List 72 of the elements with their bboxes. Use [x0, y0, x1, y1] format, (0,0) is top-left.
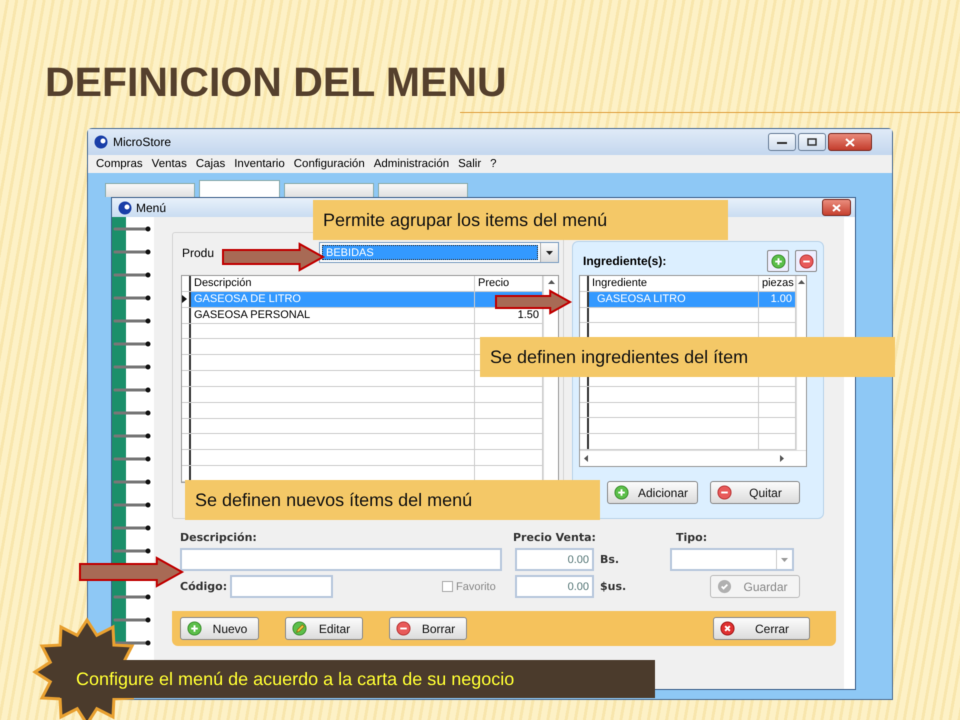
new-button[interactable]: Nuevo [180, 617, 259, 640]
close-button[interactable] [828, 133, 872, 151]
minimize-button[interactable] [768, 133, 796, 151]
menu-item[interactable]: ? [490, 158, 497, 170]
table-cell: 1.50 [518, 309, 539, 322]
field-label: Descripción: [180, 530, 257, 544]
scroll-up-icon[interactable] [548, 280, 554, 284]
field-label: Tipo: [676, 530, 708, 544]
field-label: Código: [180, 580, 228, 593]
menu-item[interactable]: Ventas [152, 158, 187, 170]
plus-icon [770, 254, 786, 268]
minus-icon [798, 254, 814, 268]
scroll-right-icon[interactable] [780, 455, 784, 462]
plus-icon [187, 621, 202, 636]
edit-button[interactable]: Editar [285, 617, 363, 640]
price-field[interactable]: 0.00 [515, 548, 594, 571]
minus-icon [396, 621, 411, 636]
scroll-left-icon[interactable] [584, 455, 588, 462]
scroll-up-icon[interactable] [798, 280, 805, 284]
slide-title: DEFINICION DEL MENU [45, 58, 507, 106]
menu-item[interactable]: Salir [458, 158, 482, 170]
close-button[interactable]: Cerrar [713, 617, 810, 640]
table-cell: GASEOSA LITRO [597, 293, 686, 306]
close-icon [845, 138, 855, 146]
plus-icon [614, 485, 629, 500]
maximize-button[interactable] [798, 133, 826, 151]
favorite-checkbox[interactable] [442, 581, 453, 592]
code-field[interactable] [230, 575, 333, 598]
dropdown-arrow-icon [546, 250, 553, 254]
field-label: Precio Venta: [513, 530, 596, 544]
currency-label: Bs. [600, 553, 620, 566]
callout-note: Se definen nuevos ítems del menú [185, 480, 600, 520]
currency-label: $us. [600, 580, 626, 593]
column-header[interactable]: Descripción [191, 276, 475, 291]
remove-button[interactable]: Quitar [710, 481, 800, 504]
callout-note: Permite agrupar los items del menú [313, 200, 728, 240]
caption-banner: Configure el menú de acuerdo a la carta de su negocio [60, 660, 655, 698]
maximize-icon [807, 138, 817, 146]
price-field[interactable]: 0.00 [515, 575, 594, 598]
column-header[interactable]: Ingrediente [589, 276, 759, 291]
menu-item[interactable]: Inventario [234, 158, 285, 170]
app-logo-icon [118, 200, 132, 214]
row-pointer-icon [182, 295, 187, 304]
callout-note: Se definen ingredientes del ítem [480, 337, 895, 377]
check-icon [717, 579, 732, 594]
close-icon [832, 204, 841, 212]
delete-button[interactable]: Borrar [389, 617, 467, 640]
table-cell: GASEOSA DE LITRO [194, 293, 301, 306]
panel-title: Ingrediente(s): [582, 254, 668, 268]
window-title: MicroStore [113, 135, 172, 149]
checkbox-label: Favorito [456, 580, 496, 592]
column-header[interactable]: Precio [475, 276, 543, 291]
dialog-title: Menú [136, 200, 168, 214]
table-cell: GASEOSA PERSONAL [194, 309, 310, 322]
menu-item[interactable]: Cajas [196, 158, 226, 170]
close-button[interactable] [822, 199, 851, 216]
category-label: Produ [182, 246, 216, 260]
add-ingredient-button[interactable] [767, 250, 789, 272]
add-button[interactable]: Adicionar [607, 481, 698, 504]
minimize-icon [777, 140, 787, 144]
remove-ingredient-button[interactable] [795, 250, 817, 272]
menu-item[interactable]: Administración [374, 158, 450, 170]
minus-icon [717, 485, 732, 500]
app-logo-icon [94, 135, 108, 149]
pencil-icon [292, 621, 307, 636]
menu-item[interactable]: Configuración [294, 158, 365, 170]
column-header[interactable]: piezas [759, 276, 796, 291]
close-icon [720, 621, 735, 636]
dropdown-arrow-icon [781, 558, 788, 562]
menu-item[interactable]: Compras [96, 158, 143, 170]
description-field[interactable] [180, 548, 502, 571]
table-cell: 1.00 [770, 293, 792, 306]
